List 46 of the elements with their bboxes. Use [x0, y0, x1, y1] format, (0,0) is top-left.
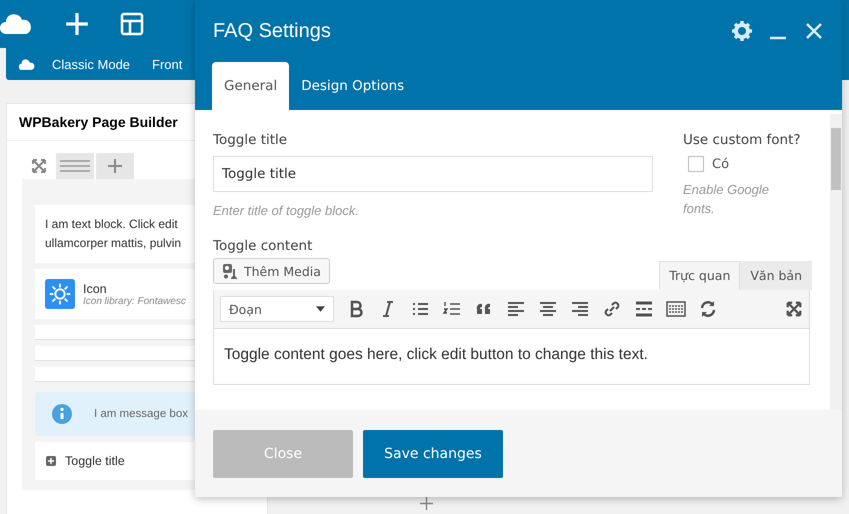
- align-right-icon[interactable]: [570, 299, 590, 319]
- field-hint: Enable Google fonts.: [683, 181, 770, 218]
- add-icon[interactable]: [420, 497, 433, 510]
- dialog-title: FAQ Settings: [213, 20, 332, 42]
- checkbox[interactable]: [688, 156, 704, 172]
- title-input-field[interactable]: Toggle title: [213, 156, 653, 192]
- checkbox-label: Có: [712, 156, 730, 172]
- editor-tab[interactable]: Trực quan: [659, 261, 740, 290]
- fullscreen-icon[interactable]: [785, 300, 803, 318]
- format-select[interactable]: Đoạn: [220, 296, 334, 322]
- info-icon: [52, 404, 72, 424]
- refresh-icon[interactable]: [698, 299, 718, 319]
- element-title: Icon: [83, 282, 108, 296]
- element-subtitle: Icon library: Fontawesc: [83, 296, 186, 306]
- mode-link[interactable]: Front: [152, 56, 182, 72]
- message-text: I am message box: [94, 408, 188, 420]
- align-center-icon[interactable]: [538, 299, 558, 319]
- expand-icon[interactable]: [32, 159, 46, 173]
- mode-link[interactable]: Classic Mode: [52, 56, 130, 72]
- field-label: Use custom font?: [683, 132, 802, 148]
- toolbar-icon[interactable]: [666, 299, 686, 319]
- close-icon[interactable]: [804, 21, 824, 41]
- scrollbar[interactable]: [830, 114, 842, 410]
- align-left-icon[interactable]: [506, 299, 526, 319]
- cloud-icon: [18, 58, 36, 70]
- element-title: Toggle title: [65, 454, 125, 468]
- tab[interactable]: General: [212, 62, 290, 110]
- text-block-line: I am text block. Click edit: [45, 216, 178, 233]
- lines-icon: [60, 160, 90, 172]
- tab[interactable]: Design Options: [289, 62, 416, 110]
- layout-icon[interactable]: [120, 11, 144, 37]
- text-block-line: ullamcorper mattis, pulvin: [45, 235, 182, 252]
- drag-handle[interactable]: [56, 153, 94, 179]
- more-icon[interactable]: [634, 299, 654, 319]
- plus-square-icon: [46, 456, 56, 466]
- editor-tab[interactable]: Văn bản: [740, 261, 812, 290]
- settings-icon[interactable]: [732, 21, 752, 41]
- caret-icon: [316, 306, 325, 312]
- plus-icon[interactable]: [64, 11, 90, 37]
- save-button[interactable]: Save changes: [363, 430, 503, 478]
- link-icon[interactable]: [602, 299, 622, 319]
- media-icon: [222, 263, 238, 279]
- add-media-button[interactable]: Thêm Media: [213, 258, 330, 284]
- sun-icon: [45, 279, 75, 309]
- plus-icon: [108, 159, 122, 173]
- add-column-button[interactable]: [96, 153, 134, 179]
